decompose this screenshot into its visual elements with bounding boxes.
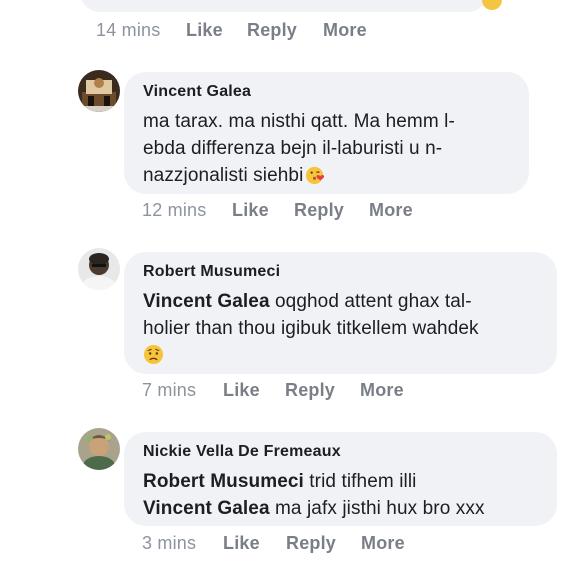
mention-link[interactable]: Robert Musumeci <box>143 471 304 492</box>
comment-bubble: Nickie Vella De Fremeaux Robert Musumeci… <box>124 432 557 526</box>
comment-line: nazzjonalisti siehbi <box>143 165 304 186</box>
reaction-emoji-icon <box>482 0 502 10</box>
avatar[interactable] <box>78 70 120 112</box>
like-link[interactable]: Like <box>223 533 286 554</box>
avatar-robert-musumeci-icon <box>78 248 120 290</box>
previous-comment-bubble <box>80 0 488 12</box>
like-link[interactable]: Like <box>223 380 285 401</box>
worried-face-emoji-icon <box>143 344 164 365</box>
comment-actions: 14 mins Like Reply More <box>96 20 367 41</box>
avatar-nickie-vella-de-fremeaux-icon <box>78 428 120 470</box>
comment-bubble: Robert Musumeci Vincent Galea oqghod att… <box>124 252 557 374</box>
comment-author[interactable]: Robert Musumeci <box>143 262 539 282</box>
comment-author[interactable]: Vincent Galea <box>143 82 511 102</box>
comment-line: ma tarax. ma nisthi qatt. Ma hemm l- <box>143 111 455 132</box>
reply-link[interactable]: Reply <box>286 533 361 554</box>
avatar[interactable] <box>78 428 120 470</box>
comment-text: Robert Musumeci trid tifhem illi Vincent… <box>143 468 539 522</box>
comment-bubble: Vincent Galea ma tarax. ma nisthi qatt. … <box>124 72 529 194</box>
comment-actions: 12 mins Like Reply More <box>142 200 413 221</box>
comment-line: Robert Musumeci trid tifhem illi <box>143 468 539 495</box>
more-link[interactable]: More <box>369 200 413 221</box>
comment-author[interactable]: Nickie Vella De Fremeaux <box>143 442 539 462</box>
mention-link[interactable]: Vincent Galea <box>143 291 270 312</box>
mention-link[interactable]: Vincent Galea <box>143 498 270 519</box>
avatar[interactable] <box>78 248 120 290</box>
comment-text: Vincent Galea oqghod attent ghax tal- ho… <box>143 288 539 369</box>
comment-emoji-line <box>143 342 539 369</box>
more-link[interactable]: More <box>361 533 405 554</box>
reply-link[interactable]: Reply <box>294 200 369 221</box>
avatar-vincent-galea-icon <box>78 70 120 112</box>
comment-line: Vincent Galea ma jafx jisthi hux bro xxx <box>143 495 539 522</box>
comment-timestamp[interactable]: 3 mins <box>142 533 223 554</box>
comment-line-text: trid tifhem illi <box>303 471 417 492</box>
comment-line-text: oqghod attent ghax tal- <box>269 291 472 312</box>
comment-line-with-emoji: nazzjonalisti siehbi <box>143 162 511 189</box>
comment-text: ma tarax. ma nisthi qatt. Ma hemm l- ebd… <box>143 108 511 189</box>
comment-line: holier than thou igibuk titkellem wahdek <box>143 318 479 339</box>
comment-actions: 3 mins Like Reply More <box>142 533 405 554</box>
more-link[interactable]: More <box>323 20 367 41</box>
comment-timestamp[interactable]: 12 mins <box>142 200 232 221</box>
like-link[interactable]: Like <box>186 20 247 41</box>
comment-line: Vincent Galea oqghod attent ghax tal- <box>143 288 539 315</box>
comment-line-text: ma jafx jisthi hux bro xxx <box>269 498 485 519</box>
reply-link[interactable]: Reply <box>247 20 323 41</box>
reply-link[interactable]: Reply <box>285 380 360 401</box>
kissing-heart-emoji-icon <box>306 166 325 185</box>
like-link[interactable]: Like <box>232 200 294 221</box>
comment-line: ebda differenza bejn il-laburisti u n- <box>143 138 443 159</box>
comment-timestamp[interactable]: 7 mins <box>142 380 223 401</box>
comment-timestamp[interactable]: 14 mins <box>96 20 186 41</box>
comment-actions: 7 mins Like Reply More <box>142 380 404 401</box>
more-link[interactable]: More <box>360 380 404 401</box>
